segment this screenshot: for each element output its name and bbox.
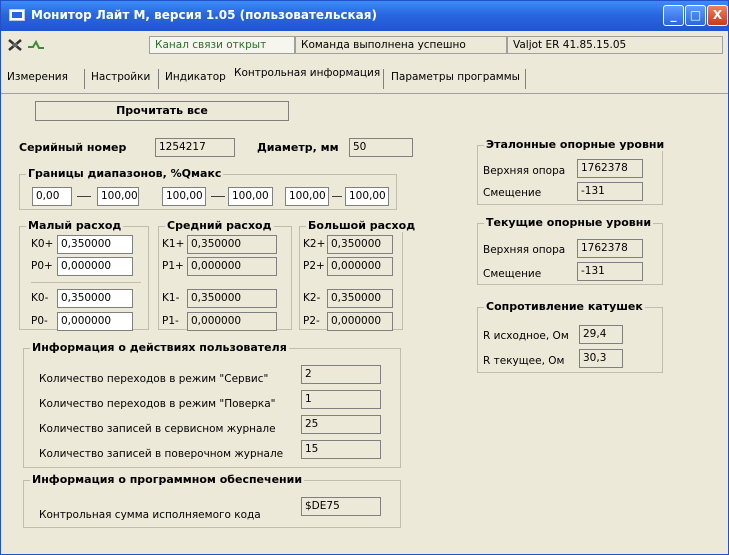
p0-plus-field[interactable]: 0,000000 xyxy=(57,257,133,276)
p2-minus-field[interactable]: 0,000000 xyxy=(327,312,393,331)
range-dash xyxy=(211,196,225,197)
k0-plus-field[interactable]: 0,350000 xyxy=(57,235,133,254)
tab-bar: Измерения Настройки Индикатор Контрольна… xyxy=(1,65,728,91)
reference-upper-label: Верхняя опора xyxy=(483,165,566,177)
reference-offset-field[interactable]: -131 xyxy=(577,182,643,201)
p0-minus-field[interactable]: 0,000000 xyxy=(57,312,133,331)
current-levels-title: Текущие опорные уровни xyxy=(484,216,654,229)
reference-offset-label: Смещение xyxy=(483,187,542,199)
k0-plus-label: K0+ xyxy=(31,238,54,250)
software-info-title: Информация о программном обеспечении xyxy=(30,473,305,486)
service-mode-count-field[interactable]: 2 xyxy=(301,365,381,384)
p0-plus-label: P0+ xyxy=(31,260,53,272)
k2-plus-field[interactable]: 0,350000 xyxy=(327,235,393,254)
serial-number-label: Серийный номер xyxy=(19,141,127,154)
minimize-button[interactable]: _ xyxy=(663,5,684,26)
title-bar[interactable]: Монитор Лайт М, версия 1.05 (пользовател… xyxy=(1,1,728,31)
tab-control-info[interactable]: Контрольная информация xyxy=(230,67,380,85)
k1-minus-field[interactable]: 0,350000 xyxy=(187,289,277,308)
read-all-button[interactable]: Прочитать все xyxy=(35,101,289,121)
large-flow-title: Большой расход xyxy=(306,219,418,232)
service-mode-count-label: Количество переходов в режим "Сервис" xyxy=(39,373,269,385)
current-offset-field[interactable]: -131 xyxy=(577,262,643,281)
current-offset-label: Смещение xyxy=(483,268,542,280)
p1-plus-field[interactable]: 0,000000 xyxy=(187,257,277,276)
current-upper-label: Верхняя опора xyxy=(483,244,566,256)
application-window: Монитор Лайт М, версия 1.05 (пользовател… xyxy=(0,0,729,555)
command-status: Команда выполнена успешно xyxy=(295,36,507,54)
diameter-label: Диаметр, мм xyxy=(257,141,339,154)
user-info-title: Информация о действиях пользователя xyxy=(30,341,289,354)
tab-separator xyxy=(525,69,526,89)
verification-log-count-label: Количество записей в поверочном журнале xyxy=(39,448,284,460)
tab-measurements[interactable]: Измерения xyxy=(3,71,68,89)
small-flow-title: Малый расход xyxy=(26,219,124,232)
p2-plus-label: P2+ xyxy=(303,260,325,272)
p1-plus-label: P1+ xyxy=(162,260,184,272)
service-log-count-label: Количество записей в сервисном журнале xyxy=(39,423,276,435)
coils-resistance-title: Сопротивление катушек xyxy=(484,300,645,313)
r-current-label: R текущее, Ом xyxy=(483,355,565,367)
toolbar: Канал связи открыт Команда выполнена усп… xyxy=(1,31,728,59)
range-dash xyxy=(77,196,91,197)
range-dash xyxy=(332,196,342,197)
r-initial-label: R исходное, Ом xyxy=(483,330,569,342)
verification-log-count-field[interactable]: 15 xyxy=(301,440,381,459)
checksum-field[interactable]: $DE75 xyxy=(301,497,381,516)
k0-minus-field[interactable]: 0,350000 xyxy=(57,289,133,308)
medium-flow-title: Средний расход xyxy=(165,219,274,232)
r-current-field[interactable]: 30,3 xyxy=(579,349,623,368)
tab-program-parameters[interactable]: Параметры программы xyxy=(387,71,520,89)
k1-plus-field[interactable]: 0,350000 xyxy=(187,235,277,254)
range-3-from[interactable]: 100,00 xyxy=(285,187,329,206)
p0-minus-label: P0- xyxy=(31,315,48,327)
k2-plus-label: K2+ xyxy=(303,238,326,250)
p1-minus-label: P1- xyxy=(162,315,179,327)
channel-status: Канал связи открыт xyxy=(149,36,295,54)
k2-minus-label: K2- xyxy=(303,292,321,304)
p2-minus-label: P2- xyxy=(303,315,320,327)
p1-minus-field[interactable]: 0,000000 xyxy=(187,312,277,331)
checksum-label: Контрольная сумма исполняемого кода xyxy=(39,509,261,521)
tab-separator xyxy=(383,69,384,89)
verification-mode-count-field[interactable]: 1 xyxy=(301,390,381,409)
device-version: Valjot ER 41.85.15.05 xyxy=(507,36,723,54)
reference-levels-title: Эталонные опорные уровни xyxy=(484,138,667,151)
tab-separator xyxy=(158,69,159,89)
range-3-to[interactable]: 100,00 xyxy=(345,187,389,206)
current-upper-field[interactable]: 1762378 xyxy=(577,239,643,258)
k2-minus-field[interactable]: 0,350000 xyxy=(327,289,393,308)
window-title: Монитор Лайт М, версия 1.05 (пользовател… xyxy=(31,8,377,22)
p2-plus-field[interactable]: 0,000000 xyxy=(327,257,393,276)
service-log-count-field[interactable]: 25 xyxy=(301,415,381,434)
monitor-icon xyxy=(9,9,25,21)
tab-indicator[interactable]: Индикатор xyxy=(161,71,226,89)
connect-icon[interactable] xyxy=(27,37,45,53)
k1-minus-label: K1- xyxy=(162,292,180,304)
group-divider xyxy=(31,282,141,283)
r-initial-field[interactable]: 29,4 xyxy=(579,325,623,344)
diameter-field[interactable]: 50 xyxy=(349,138,413,157)
tab-separator xyxy=(84,69,85,89)
maximize-button[interactable]: □ xyxy=(685,5,706,26)
range-2-from[interactable]: 100,00 xyxy=(162,187,206,206)
k0-minus-label: K0- xyxy=(31,292,49,304)
tab-divider xyxy=(1,93,728,94)
ranges-title: Границы диапазонов, %Qмакс xyxy=(26,167,224,180)
verification-mode-count-label: Количество переходов в режим "Поверка" xyxy=(39,398,276,410)
range-1-to[interactable]: 100,00 xyxy=(97,187,139,206)
k1-plus-label: K1+ xyxy=(162,238,185,250)
close-button[interactable]: X xyxy=(707,5,728,26)
tab-settings[interactable]: Настройки xyxy=(87,71,150,89)
serial-number-field[interactable]: 1254217 xyxy=(155,138,235,157)
disconnect-icon[interactable] xyxy=(7,37,23,53)
ranges-group: Границы диапазонов, %Qмакс xyxy=(19,167,397,210)
range-1-from[interactable]: 0,00 xyxy=(32,187,72,206)
reference-upper-field[interactable]: 1762378 xyxy=(577,159,643,178)
range-2-to[interactable]: 100,00 xyxy=(228,187,273,206)
